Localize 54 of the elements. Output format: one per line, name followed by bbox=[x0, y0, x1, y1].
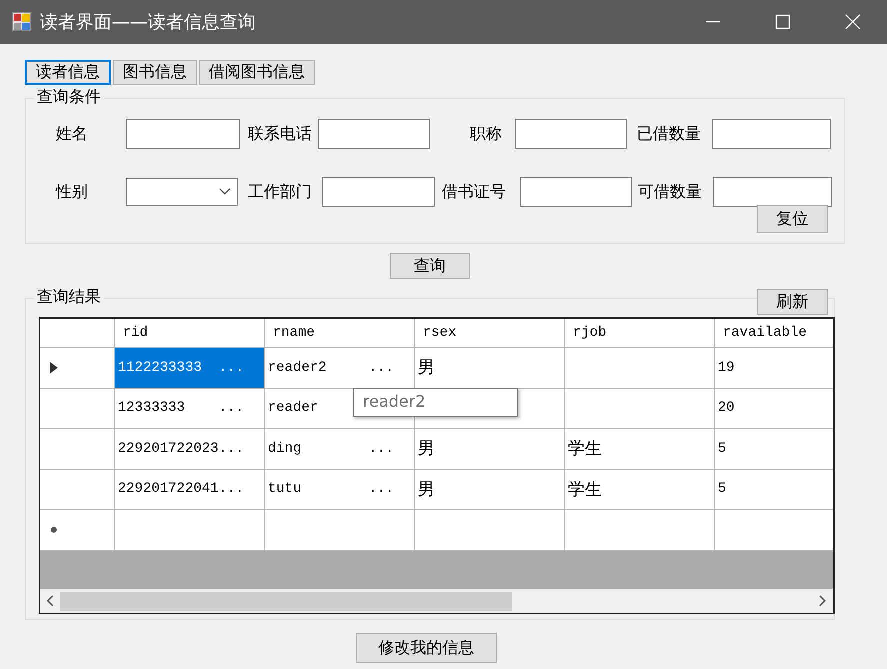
field-label: 借书证号 bbox=[442, 182, 507, 202]
field-label: 性别 bbox=[56, 182, 89, 202]
table-cell: ding ... bbox=[265, 429, 415, 468]
input-field[interactable] bbox=[318, 119, 430, 149]
scrollbar-thumb[interactable] bbox=[60, 592, 512, 611]
field-label: 工作部门 bbox=[248, 182, 313, 202]
input-field[interactable] bbox=[520, 177, 632, 207]
table-cell-text: 19 bbox=[717, 358, 736, 378]
chevron-down-icon bbox=[219, 188, 231, 196]
maximize-icon[interactable] bbox=[775, 14, 791, 30]
scroll-left-icon[interactable] bbox=[46, 595, 56, 607]
input-field[interactable] bbox=[713, 177, 832, 207]
tab[interactable]: 借阅图书信息 bbox=[199, 60, 315, 85]
table-cell: 229201722041... bbox=[115, 470, 265, 509]
table-cell: 男 bbox=[415, 470, 565, 509]
refresh-button[interactable]: 刷新 bbox=[757, 289, 828, 315]
input-field[interactable] bbox=[322, 177, 435, 207]
column-header[interactable]: rid bbox=[115, 319, 265, 347]
table-cell: 学生 bbox=[565, 470, 715, 509]
input-field[interactable] bbox=[515, 119, 627, 149]
tab[interactable]: 图书信息 bbox=[113, 60, 197, 85]
column-header[interactable]: ravailable bbox=[715, 319, 833, 347]
table-cell-text: 5 bbox=[717, 440, 728, 459]
scroll-right-icon[interactable] bbox=[817, 595, 827, 607]
table-cell: 12333333 ... bbox=[115, 388, 265, 428]
input-field[interactable] bbox=[126, 119, 240, 149]
field-label: 职称 bbox=[470, 124, 503, 144]
tooltip: reader2 bbox=[353, 388, 518, 417]
window-title: 读者界面——读者信息查询 bbox=[40, 11, 256, 34]
table-cell-text: 5 bbox=[717, 480, 728, 500]
horizontal-scrollbar[interactable] bbox=[40, 589, 833, 613]
field-label: 已借数量 bbox=[637, 124, 702, 144]
edit-my-info-button[interactable]: 修改我的信息 bbox=[356, 633, 497, 663]
gender-dropdown[interactable] bbox=[126, 178, 238, 206]
column-header[interactable]: rsex bbox=[415, 319, 565, 347]
field-label: 姓名 bbox=[56, 124, 89, 144]
table-cell: 男 bbox=[415, 429, 565, 468]
table-cell-text: 20 bbox=[717, 399, 736, 418]
table-cell: tutu ... bbox=[265, 470, 415, 509]
tab[interactable]: 读者信息 bbox=[25, 60, 111, 85]
close-icon[interactable] bbox=[845, 14, 861, 30]
query-button[interactable]: 查询 bbox=[390, 253, 470, 279]
table-cell: 1122233333 ... bbox=[115, 348, 265, 388]
app-icon bbox=[12, 12, 32, 32]
field-label: 可借数量 bbox=[638, 182, 703, 202]
input-field[interactable] bbox=[712, 119, 831, 149]
column-header[interactable]: rjob bbox=[565, 319, 715, 347]
reset-button[interactable]: 复位 bbox=[757, 205, 828, 233]
current-row-icon bbox=[50, 362, 58, 374]
column-header[interactable]: rname bbox=[265, 319, 415, 347]
table-cell: 229201722023... bbox=[115, 429, 265, 468]
table-cell: 学生 bbox=[565, 429, 715, 468]
new-row-icon bbox=[50, 526, 58, 534]
field-label: 联系电话 bbox=[248, 124, 313, 144]
